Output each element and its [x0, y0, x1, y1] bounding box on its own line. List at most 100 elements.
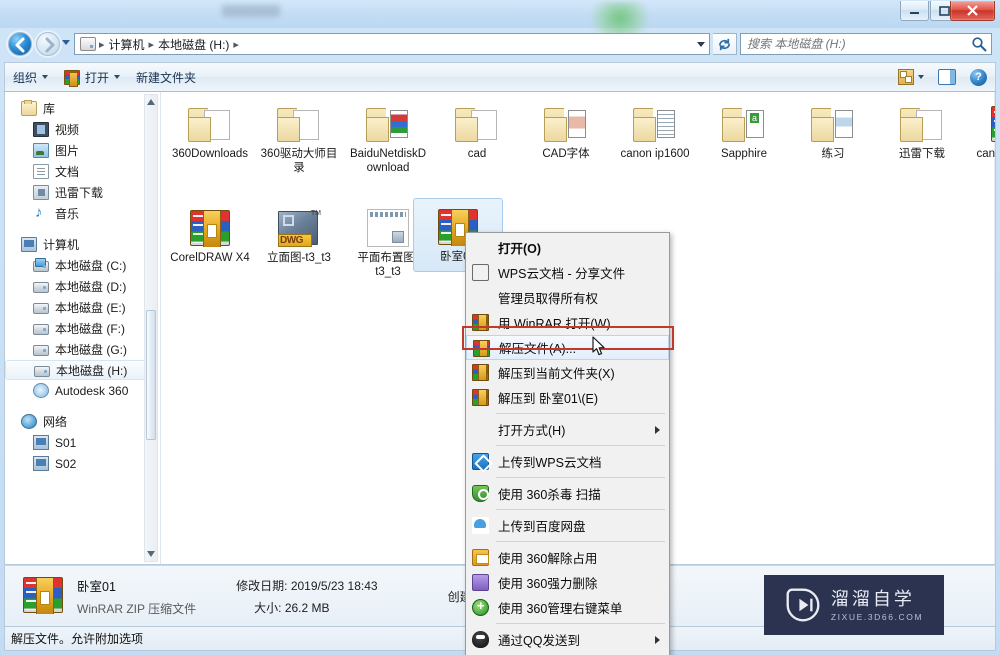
preview-pane-icon[interactable]: [938, 69, 956, 85]
folder-icon: [186, 102, 234, 144]
video-icon: [33, 122, 49, 137]
view-layout-icon[interactable]: [898, 69, 914, 85]
sidebar-item-thunder-download[interactable]: 迅雷下载: [5, 182, 160, 203]
file-name: CorelDRAW X4: [170, 252, 250, 264]
menu-item-extract-files[interactable]: 解压文件(A)...: [466, 335, 669, 360]
sidebar-item-autodesk-360[interactable]: Autodesk 360: [5, 380, 160, 401]
breadcrumb-separator: ▸: [233, 38, 239, 51]
sidebar-item-s01[interactable]: S01: [5, 432, 160, 453]
sidebar-group-computer[interactable]: 计算机: [5, 234, 160, 255]
file-item[interactable]: 练习: [791, 98, 875, 164]
chevron-down-icon[interactable]: [918, 75, 924, 79]
scrollbar-thumb[interactable]: [146, 310, 156, 440]
history-dropdown-icon[interactable]: [62, 40, 70, 45]
sidebar-item-drive-c[interactable]: 本地磁盘 (C:): [5, 255, 160, 276]
close-button[interactable]: [950, 1, 995, 21]
new-folder-button[interactable]: 新建文件夹: [128, 65, 204, 89]
menu-item-360-manage-menu[interactable]: 使用 360管理右键菜单: [466, 595, 669, 620]
sidebar-item-label: 视频: [55, 123, 80, 137]
context-menu[interactable]: 打开(O) WPS云文档 - 分享文件 管理员取得所有权 用 WinRAR 打开…: [465, 232, 670, 655]
file-item[interactable]: canon ip1600: [613, 98, 697, 164]
navigation-pane: 库 视频 图片 文档 迅雷下载 音乐: [5, 92, 161, 564]
submenu-arrow-icon: [655, 426, 660, 434]
refresh-button[interactable]: [713, 33, 737, 55]
sidebar-item-music[interactable]: 音乐: [5, 203, 160, 224]
menu-item-label: 上传到WPS云文档: [498, 456, 602, 470]
search-icon[interactable]: [971, 36, 987, 52]
menu-item-extract-here[interactable]: 解压到当前文件夹(X): [466, 360, 669, 385]
file-name: 立面图-t3_t3: [267, 252, 331, 264]
sidebar-item-pictures[interactable]: 图片: [5, 140, 160, 161]
file-name: CAD字体: [542, 148, 590, 160]
sidebar-item-drive-d[interactable]: 本地磁盘 (D:): [5, 276, 160, 297]
menu-separator: [496, 477, 665, 478]
details-modified-value: 2019/5/23 18:43: [290, 578, 378, 593]
file-item[interactable]: 360Downloads: [168, 98, 252, 164]
submenu-arrow-icon: [655, 636, 660, 644]
sidebar-item-label: 本地磁盘 (D:): [55, 280, 127, 294]
scroll-down-icon[interactable]: [145, 547, 157, 561]
back-button[interactable]: [8, 32, 32, 56]
organize-button[interactable]: 组织: [5, 65, 56, 89]
download-icon: [33, 185, 49, 200]
command-toolbar: 组织 打开 新建文件夹 ?: [4, 62, 996, 92]
scroll-up-icon[interactable]: [145, 95, 157, 109]
open-button[interactable]: 打开: [56, 65, 128, 89]
chevron-down-icon[interactable]: [697, 42, 705, 47]
sidebar-item-drive-g[interactable]: 本地磁盘 (G:): [5, 339, 160, 360]
file-item[interactable]: CAD字体: [524, 98, 608, 164]
menu-item-open-with[interactable]: 打开方式(H): [466, 417, 669, 442]
menu-item-extract-to-folder[interactable]: 解压到 卧室01\(E): [466, 385, 669, 410]
breadcrumb-drive-h[interactable]: 本地磁盘 (H:): [155, 36, 232, 53]
file-name: 练习: [821, 148, 845, 160]
folder-icon: [364, 102, 412, 144]
watermark-title: 溜溜自学: [830, 588, 915, 609]
pictures-icon: [33, 143, 49, 158]
search-input[interactable]: [745, 36, 971, 52]
menu-item-360-force-delete[interactable]: 使用 360强力删除: [466, 570, 669, 595]
file-item[interactable]: canon ip1600: [969, 98, 995, 164]
menu-item-label: 用 WinRAR 打开(W): [498, 317, 611, 331]
menu-item-scan-360[interactable]: 使用 360杀毒 扫描: [466, 481, 669, 506]
plan-file-icon: [364, 206, 412, 248]
file-item[interactable]: 迅雷下载: [880, 98, 964, 164]
file-item[interactable]: DWG TM 立面图-t3_t3: [257, 202, 341, 268]
search-box[interactable]: [740, 33, 992, 55]
menu-item-360-unlock[interactable]: 使用 360解除占用: [466, 545, 669, 570]
details-file-name: 卧室01: [77, 579, 116, 594]
sidebar-item-drive-h[interactable]: 本地磁盘 (H:): [5, 360, 152, 380]
sidebar-item-documents[interactable]: 文档: [5, 161, 160, 182]
help-icon[interactable]: ?: [970, 68, 987, 86]
menu-item-upload-wps[interactable]: 上传到WPS云文档: [466, 449, 669, 474]
minimize-button[interactable]: [900, 1, 929, 21]
sidebar-item-videos[interactable]: 视频: [5, 119, 160, 140]
menu-item-wps-share[interactable]: WPS云文档 - 分享文件: [466, 260, 669, 285]
file-item[interactable]: CorelDRAW X4: [168, 202, 252, 268]
file-item[interactable]: cad: [435, 98, 519, 164]
dwg-file-icon: DWG TM: [278, 210, 321, 247]
menu-item-open-with-winrar[interactable]: 用 WinRAR 打开(W): [466, 310, 669, 335]
file-name: 360Downloads: [171, 148, 249, 160]
file-item[interactable]: BaiduNetdiskDownload: [346, 98, 430, 178]
breadcrumb-computer[interactable]: 计算机: [106, 36, 148, 53]
file-item[interactable]: Sapphire: [702, 98, 786, 164]
breadcrumb-separator: ▸: [148, 38, 155, 51]
menu-item-open[interactable]: 打开(O): [466, 235, 669, 260]
sidebar-item-drive-e[interactable]: 本地磁盘 (E:): [5, 297, 160, 318]
menu-separator: [496, 623, 665, 624]
menu-item-take-ownership[interactable]: 管理员取得所有权: [466, 285, 669, 310]
sidebar-scrollbar[interactable]: [144, 94, 158, 562]
file-item[interactable]: 360驱动大师目录: [257, 98, 341, 178]
sidebar-group-network[interactable]: 网络: [5, 411, 160, 432]
sidebar-item-drive-f[interactable]: 本地磁盘 (F:): [5, 318, 160, 339]
sidebar-item-s02[interactable]: S02: [5, 453, 160, 474]
menu-item-send-via-qq[interactable]: 通过QQ发送到: [466, 627, 669, 652]
server-icon: [33, 456, 49, 471]
address-bar[interactable]: ▸ 计算机 ▸ 本地磁盘 (H:) ▸: [74, 33, 710, 55]
sidebar-item-label: 本地磁盘 (H:): [56, 363, 128, 378]
sidebar-group-libraries[interactable]: 库: [5, 98, 160, 119]
forward-button[interactable]: [36, 32, 60, 56]
menu-item-upload-baidu[interactable]: 上传到百度网盘: [466, 513, 669, 538]
file-name: cad: [467, 148, 487, 160]
